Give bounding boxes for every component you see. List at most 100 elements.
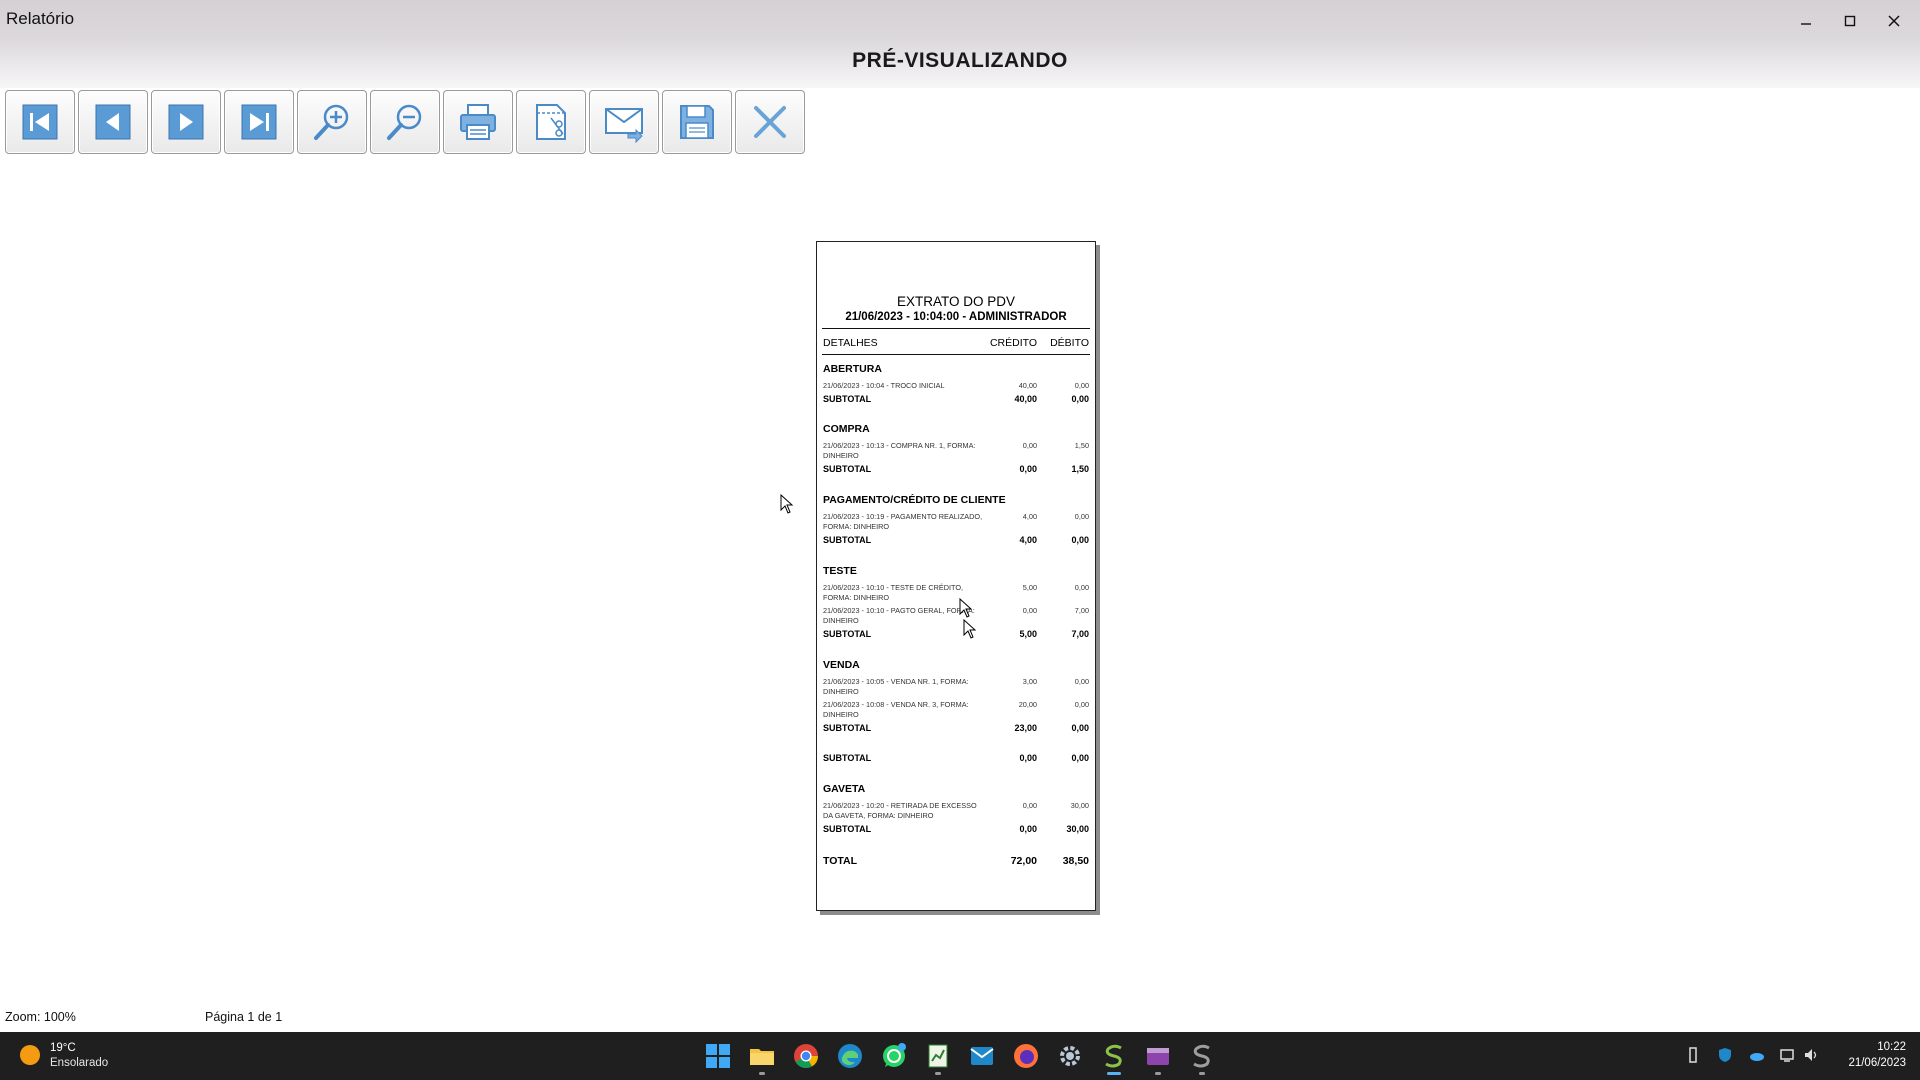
taskbar-whatsapp[interactable] — [878, 1040, 910, 1072]
save-button[interactable] — [662, 90, 732, 154]
section-heading: VENDA — [823, 659, 860, 671]
close-icon — [754, 106, 786, 138]
taskbar-chrome[interactable] — [790, 1040, 822, 1072]
subtotal-row: SUBTOTAL 0,00 0,00 — [823, 753, 1089, 763]
last-page-icon — [241, 104, 277, 140]
email-icon — [605, 108, 643, 144]
subtotal-row: SUBTOTAL 0,00 1,50 — [823, 464, 1089, 474]
running-indicator — [935, 1072, 941, 1075]
taskbar-firefox[interactable] — [1010, 1040, 1042, 1072]
file-explorer-icon — [750, 1049, 774, 1065]
section-heading: GAVETA — [823, 783, 866, 795]
taskbar-edge[interactable] — [834, 1040, 866, 1072]
active-indicator — [1107, 1072, 1121, 1075]
title-bar: Relatório PRÉ-VISUALIZANDO — [0, 0, 1920, 88]
section-heading: TESTE — [823, 565, 857, 577]
zoom-in-button[interactable] — [297, 90, 367, 154]
zoom-out-button[interactable] — [370, 90, 440, 154]
debit-column-header: DÉBITO — [1050, 337, 1089, 349]
video-icon — [1147, 1048, 1169, 1065]
zoom-level: Zoom: 100% — [5, 1010, 76, 1024]
taskbar-app-s[interactable] — [1098, 1040, 1130, 1075]
header-divider-top — [822, 328, 1090, 329]
mail-icon — [970, 1047, 994, 1065]
clock-time: 10:22 — [1877, 1041, 1906, 1053]
running-indicator — [1199, 1072, 1205, 1075]
window-close-icon — [1888, 15, 1900, 27]
page-indicator: Página 1 de 1 — [205, 1010, 283, 1024]
zoom-out-icon — [387, 104, 422, 140]
header-divider-bottom — [822, 354, 1090, 355]
credit-column-header: CRÉDITO — [989, 337, 1037, 349]
report-entry: 21/06/2023 - 10:08 - VENDA NR. 3, FORMA:… — [823, 700, 1089, 719]
taskbar-app-s2[interactable] — [1186, 1040, 1218, 1075]
subtotal-row: SUBTOTAL 5,00 7,00 — [823, 629, 1089, 639]
sun-icon — [20, 1045, 40, 1065]
previous-page-button[interactable] — [78, 90, 148, 154]
last-page-button[interactable] — [224, 90, 294, 154]
details-column-header: DETALHES — [823, 337, 878, 349]
page-setup-button[interactable] — [516, 90, 586, 154]
section-heading: COMPRA — [823, 423, 870, 435]
whatsapp-icon — [883, 1043, 906, 1067]
report-window: Relatório PRÉ-VISUALIZANDO EXTRATO DO PD… — [0, 0, 1920, 1032]
total-row: TOTAL 72,00 38,50 — [823, 855, 1089, 867]
report-entry: 21/06/2023 - 10:04 - TROCO INICIAL 40,00… — [823, 381, 1089, 390]
print-button[interactable] — [443, 90, 513, 154]
maximize-button[interactable] — [1830, 6, 1870, 36]
report-entry: 21/06/2023 - 10:10 - TESTE DE CRÉDITO, F… — [823, 583, 1089, 602]
report-title: EXTRATO DO PDV — [896, 294, 1016, 309]
report-page: EXTRATO DO PDV 21/06/2023 - 10:04:00 - A… — [816, 241, 1096, 911]
taskbar-video[interactable] — [1142, 1040, 1174, 1075]
status-bar: Zoom: 100% Página 1 de 1 — [0, 1006, 1920, 1032]
subtotal-row: SUBTOTAL 4,00 0,00 — [823, 535, 1089, 545]
zoom-in-icon — [314, 104, 349, 140]
send-email-button[interactable] — [589, 90, 659, 154]
next-page-button[interactable] — [151, 90, 221, 154]
subtotal-row: SUBTOTAL 0,00 30,00 — [823, 824, 1089, 834]
start-button[interactable] — [702, 1040, 734, 1072]
network-tray-icon[interactable] — [1778, 1046, 1796, 1064]
close-preview-button[interactable] — [735, 90, 805, 154]
spreadsheet-icon — [928, 1044, 948, 1068]
running-indicator — [1155, 1072, 1161, 1075]
section-heading: PAGAMENTO/CRÉDITO DE CLIENTE — [823, 494, 1006, 506]
window-close-button[interactable] — [1874, 6, 1914, 36]
next-page-icon — [168, 104, 204, 140]
printer-icon — [460, 104, 496, 140]
report-subtitle: 21/06/2023 - 10:04:00 - ADMINISTRADOR — [845, 311, 1067, 323]
taskbar-mail[interactable] — [966, 1040, 998, 1072]
firefox-icon — [1014, 1044, 1038, 1068]
section-heading: ABERTURA — [823, 363, 882, 375]
cloud-tray-icon[interactable] — [1748, 1046, 1766, 1064]
start-icon — [706, 1044, 730, 1068]
taskbar-settings[interactable] — [1054, 1040, 1086, 1072]
report-entry: 21/06/2023 - 10:13 - COMPRA NR. 1, FORMA… — [823, 441, 1089, 460]
report-entry: 21/06/2023 - 10:19 - PAGAMENTO REALIZADO… — [823, 512, 1089, 531]
minimize-button[interactable] — [1786, 6, 1826, 36]
mouse-cursor-icon — [959, 598, 973, 618]
settings-icon — [1060, 1046, 1080, 1066]
taskbar: 19°C Ensolarado 10:22 21/06/2023 — [0, 1032, 1920, 1080]
mouse-cursor-icon — [780, 494, 794, 514]
window-title: Relatório — [6, 9, 75, 28]
chrome-icon — [794, 1044, 818, 1069]
clock-date: 21/06/2023 — [1848, 1057, 1906, 1069]
mouse-cursor-icon — [963, 619, 977, 639]
first-page-button[interactable] — [5, 90, 75, 154]
weather-temperature: 19°C — [50, 1042, 76, 1054]
taskbar-file-explorer[interactable] — [746, 1040, 778, 1075]
report-entry: 21/06/2023 - 10:20 - RETIRADA DE EXCESSO… — [823, 801, 1089, 820]
minimize-icon — [1801, 23, 1811, 25]
preview-heading: PRÉ-VISUALIZANDO — [852, 49, 1068, 72]
app-s-icon — [1105, 1044, 1122, 1068]
maximize-icon — [1844, 15, 1856, 27]
subtotal-row: SUBTOTAL 40,00 0,00 — [823, 394, 1089, 404]
subtotal-row: SUBTOTAL 23,00 0,00 — [823, 723, 1089, 733]
usb-tray-icon[interactable] — [1684, 1046, 1702, 1064]
volume-tray-icon[interactable] — [1802, 1046, 1820, 1064]
first-page-icon — [22, 104, 58, 140]
shield-tray-icon[interactable] — [1716, 1046, 1734, 1064]
taskbar-spreadsheet[interactable] — [922, 1040, 954, 1075]
page-setup-icon — [536, 104, 566, 140]
